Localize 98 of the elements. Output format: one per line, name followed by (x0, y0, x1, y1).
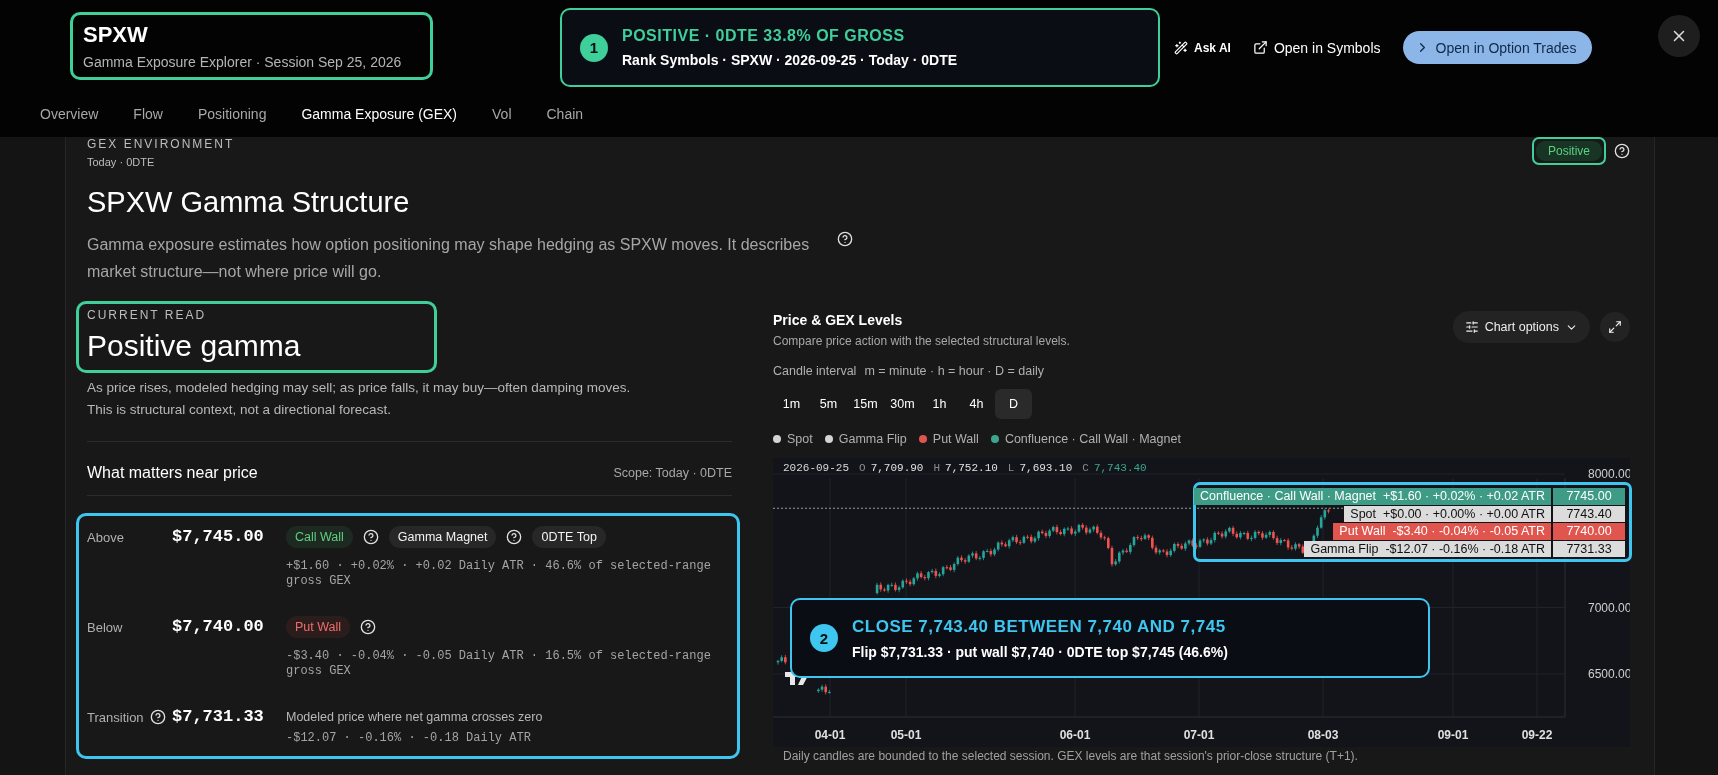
level-details: -$3.40 · -0.04% · -0.05 Daily ATR · 16.5% of selected-range gross GEX (286, 649, 712, 679)
interval-label: Candle interval (773, 363, 857, 379)
callout-subtitle: Flip $7,731.33 · put wall $7,740 · 0DTE top $7,745 (46.6%) (852, 643, 1228, 660)
price-axis-label: 8000.00 (1588, 467, 1630, 481)
level-price: $7,745.00 (172, 526, 265, 548)
external-link-icon (1252, 40, 1268, 55)
interval-hint: m = minute · h = hour · D = daily (864, 363, 1044, 379)
help-icon[interactable] (360, 619, 377, 635)
level-tag: Call Wall (286, 526, 353, 548)
legend-label: Put Wall (932, 432, 979, 446)
ohlc-key: O (859, 462, 866, 474)
date-axis-label: 04-01 (814, 728, 846, 742)
date-axis-label: 09-01 (1437, 728, 1469, 742)
help-icon[interactable] (149, 709, 166, 725)
level-price-label: 7740.00 (1553, 523, 1625, 540)
wand-icon (1174, 40, 1188, 55)
tab[interactable]: Vol (492, 106, 512, 122)
chart-options-button[interactable]: Chart options (1452, 311, 1590, 343)
interval-button[interactable]: 5m (810, 389, 847, 419)
callout-number: 1 (580, 33, 608, 62)
legend-label: Confluence · Call Wall · Magnet (1004, 432, 1181, 446)
level-price: $7,740.00 (172, 616, 265, 638)
interval-button[interactable]: 1m (773, 389, 810, 419)
level-line-label: Gamma Flip -$12.07 · -0.16% · -0.18 ATR (1304, 540, 1551, 557)
level-label: Below (87, 619, 123, 635)
explanation-text: As price rises, modeled hedging may sell; as price falls, it may buy—often damping moves. (87, 379, 632, 397)
panel-title: What matters near price (87, 464, 258, 482)
tab[interactable]: Positioning (197, 106, 267, 122)
expand-button[interactable] (1600, 312, 1630, 342)
ohlc-key: L (1007, 462, 1015, 474)
interval-button[interactable]: 1h (921, 389, 958, 419)
callout-title: CLOSE 7,743.40 BETWEEN 7,740 AND 7,745 (852, 616, 1227, 637)
interval-button[interactable]: 30m (884, 389, 921, 419)
ohlc-value: 7,752.10 (945, 462, 998, 474)
session-subtitle: Gamma Exposure Explorer · Session Sep 25, 2026 (83, 53, 403, 71)
ask-ai-link[interactable]: Ask AI (1174, 40, 1231, 55)
open-option-trades-button[interactable]: Open in Option Trades (1402, 31, 1593, 64)
chart-subtitle: Compare price action with the selected structural levels. (773, 333, 1070, 349)
level-label: Above (87, 529, 124, 545)
scope-label: Scope: Today · 0DTE (613, 466, 732, 480)
callout-number: 2 (810, 624, 838, 652)
legend-label: Gamma Flip (838, 432, 907, 446)
level-price-label: 7745.00 (1553, 488, 1625, 505)
level-line-label: Put Wall -$3.40 · -0.04% · -0.05 ATR (1333, 523, 1551, 540)
ohlc-value: 7,743.40 (1093, 462, 1147, 474)
scope-label: Today · 0DTE (87, 155, 156, 170)
level-tag: Gamma Magnet (388, 526, 497, 548)
date-axis-label: 09-22 (1521, 728, 1553, 742)
sliders-icon (1464, 320, 1479, 334)
level-line-label: Confluence · Call Wall · Magnet +$1.60 · +0.02% · +0.02 ATR (1194, 488, 1551, 505)
interval-button[interactable]: D (995, 389, 1032, 419)
help-icon[interactable] (837, 231, 853, 247)
date-axis-label: 06-01 (1059, 728, 1091, 742)
help-icon[interactable] (506, 529, 523, 545)
legend-label: Spot (787, 432, 813, 446)
tab[interactable]: Flow (133, 106, 163, 122)
ohlc-value: 7,709.90 (870, 462, 924, 474)
ohlc-key: C (1082, 462, 1089, 474)
ohlc-key: H (933, 462, 941, 474)
ohlc-value: 7,693.10 (1019, 462, 1073, 474)
level-line-label: Spot +$0.00 · +0.00% · +0.00 ATR (1344, 505, 1551, 522)
status-badge: Positive (1535, 141, 1602, 161)
date-axis-label: 07-01 (1183, 728, 1215, 742)
ohlc-date: 2026-09-25 (783, 462, 849, 474)
description-text: Gamma exposure estimates how option positioning may shape hedging as SPXW moves. It describes market structure—not where price will go. (87, 235, 811, 282)
close-button[interactable] (1658, 15, 1700, 57)
level-price-label: 7743.40 (1553, 505, 1625, 522)
expand-icon (1608, 320, 1622, 334)
help-icon[interactable] (1614, 143, 1630, 159)
price-axis-label: 7000.00 (1588, 600, 1630, 615)
current-read-title: Positive gamma (87, 328, 302, 364)
level-details: -$12.07 · -0.16% · -0.18 Daily ATR (286, 731, 532, 746)
level-tag: 0DTE Top (532, 526, 606, 548)
tab[interactable]: Gamma Exposure (GEX) (301, 106, 458, 122)
level-price: $7,731.33 (172, 706, 265, 728)
tab[interactable]: Chain (546, 106, 584, 122)
level-label: Transition (87, 709, 144, 725)
callout-subtitle: Rank Symbols · SPXW · 2026-09-25 · Today · 0DTE (622, 52, 958, 68)
help-icon[interactable] (362, 529, 379, 545)
callout-title: POSITIVE · 0DTE 33.8% OF GROSS (622, 27, 906, 45)
open-symbols-link[interactable]: Open in Symbols (1252, 39, 1381, 56)
interval-button[interactable]: 15m (847, 389, 884, 419)
symbol-title: SPXW (83, 21, 149, 49)
level-tag: Put Wall (286, 616, 351, 638)
price-axis-label: 6500.00 (1588, 667, 1630, 681)
date-axis-label: 05-01 (890, 728, 922, 742)
date-axis-label: 08-03 (1307, 728, 1339, 742)
chart-title: Price & GEX Levels (773, 311, 904, 329)
tab[interactable]: Overview (40, 106, 99, 122)
explanation-text: This is structural context, not a directional forecast. (87, 401, 392, 419)
level-note: Modeled price where net gamma crosses zero (286, 709, 544, 726)
current-read-eyebrow: CURRENT READ (87, 308, 208, 322)
page-heading: SPXW Gamma Structure (87, 185, 411, 219)
section-eyebrow: GEX ENVIRONMENT (87, 137, 235, 151)
interval-button[interactable]: 4h (958, 389, 995, 419)
level-price-label: 7731.33 (1553, 540, 1625, 557)
chart-footnote: Daily candles are bounded to the selected session. GEX levels are that session's prior-close structure (T+1). (782, 749, 1359, 763)
level-details: +$1.60 · +0.02% · +0.02 Daily ATR · 46.6% of selected-range gross GEX (286, 559, 712, 589)
